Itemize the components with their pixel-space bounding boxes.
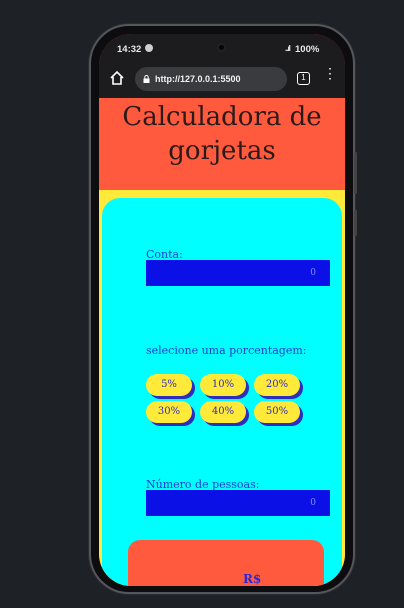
phone-screen: 14:32 ..ıl 100% http://127.0.0.1:5500 1 … <box>99 34 345 586</box>
result-panel: R$ <box>128 540 324 586</box>
tip-5-button[interactable]: 5% <box>146 374 192 396</box>
status-bar: 14:32 ..ıl 100% <box>99 34 345 60</box>
url-text: http://127.0.0.1:5500 <box>155 74 241 84</box>
phone-frame: 14:32 ..ıl 100% http://127.0.0.1:5500 1 … <box>89 24 357 594</box>
camera-cutout <box>217 43 226 52</box>
people-input[interactable]: 0 <box>146 490 330 516</box>
lock-icon <box>143 75 150 83</box>
address-bar[interactable]: http://127.0.0.1:5500 <box>135 67 287 91</box>
browser-toolbar: http://127.0.0.1:5500 1 ⋮ <box>99 60 345 98</box>
volume-button <box>354 152 357 194</box>
signal-icon: ..ıl <box>285 44 291 53</box>
more-menu-icon[interactable]: ⋮ <box>323 66 337 80</box>
result-total: R$ <box>243 572 262 586</box>
tip-50-button[interactable]: 50% <box>254 401 300 423</box>
page-title: Calculadora de gorjetas <box>122 102 322 166</box>
home-icon[interactable] <box>109 70 125 86</box>
calculator-card: Conta: 0 selecione uma porcentagem: 5% 1… <box>102 198 342 586</box>
tip-30-button[interactable]: 30% <box>146 401 192 423</box>
spotify-icon <box>145 44 153 52</box>
tip-10-button[interactable]: 10% <box>200 374 246 396</box>
tab-count-button[interactable]: 1 <box>297 72 310 85</box>
app-header: Calculadora de gorjetas <box>99 98 345 190</box>
clock: 14:32 <box>117 44 142 55</box>
tip-40-button[interactable]: 40% <box>200 401 246 423</box>
bill-input[interactable]: 0 <box>146 260 330 286</box>
percent-label: selecione uma porcentagem: <box>146 344 307 357</box>
power-button <box>354 210 357 236</box>
battery-level: 100% <box>295 44 320 55</box>
tip-20-button[interactable]: 20% <box>254 374 300 396</box>
